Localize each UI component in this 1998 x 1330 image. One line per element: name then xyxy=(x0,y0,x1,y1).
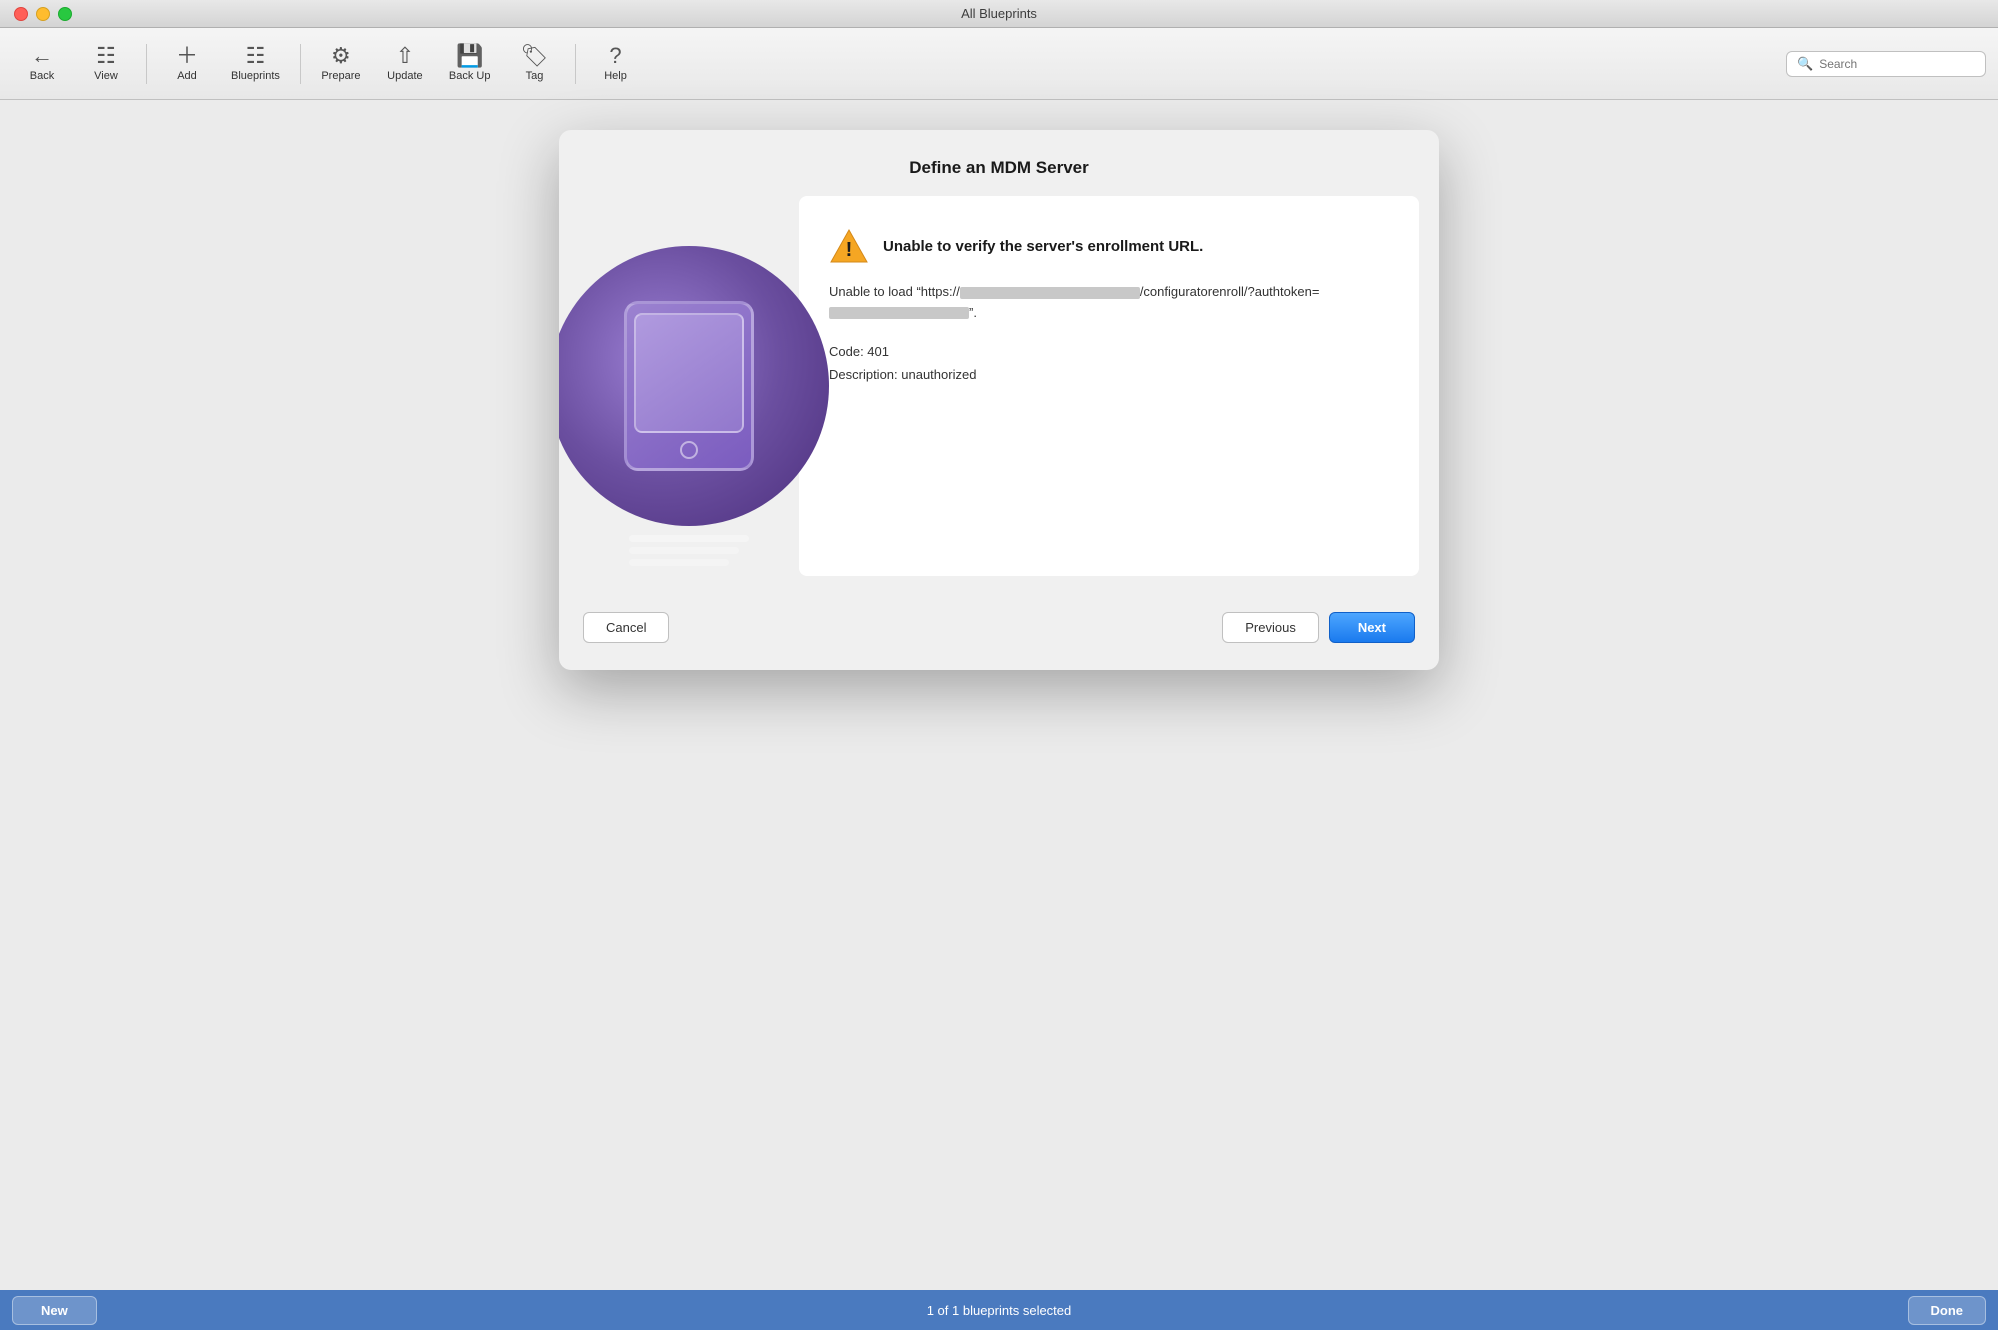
status-bar: New 1 of 1 blueprints selected Done xyxy=(0,1290,1998,1330)
message-middle: /configuratorenroll/?authtoken= xyxy=(1140,284,1320,299)
back-label: Back xyxy=(30,70,54,82)
dialog-title: Define an MDM Server xyxy=(559,130,1439,196)
view-icon: ☷ xyxy=(96,45,116,67)
blueprints-label: Blueprints xyxy=(231,70,280,82)
search-icon: 🔍 xyxy=(1797,56,1813,72)
center-area: Define an MDM Server xyxy=(0,100,1998,1290)
title-bar: All Blueprints xyxy=(0,0,1998,28)
tag-button[interactable]: 🏷 Tag xyxy=(505,41,565,86)
toolbar: ← Back ☷ View ＋ Add ☷ Blueprints ⚙ Prepa… xyxy=(0,28,1998,100)
add-button[interactable]: ＋ Add xyxy=(157,41,217,86)
separator-2 xyxy=(300,44,301,84)
prepare-label: Prepare xyxy=(321,70,360,82)
update-icon: ⇧ xyxy=(396,45,414,67)
cancel-button[interactable]: Cancel xyxy=(583,612,669,643)
message-end: ”. xyxy=(969,305,977,320)
update-label: Update xyxy=(387,70,422,82)
view-button[interactable]: ☷ View xyxy=(76,41,136,86)
previous-button[interactable]: Previous xyxy=(1222,612,1319,643)
close-button[interactable] xyxy=(14,7,28,21)
maximize-button[interactable] xyxy=(58,7,72,21)
blueprints-icon: ☷ xyxy=(246,45,266,67)
done-button[interactable]: Done xyxy=(1908,1296,1987,1325)
dialog-footer: Cancel Previous Next xyxy=(559,596,1439,667)
minimize-button[interactable] xyxy=(36,7,50,21)
stack-line-3 xyxy=(629,559,729,566)
new-button[interactable]: New xyxy=(12,1296,97,1325)
backup-button[interactable]: 💾 Back Up xyxy=(439,41,501,86)
tablet-screen xyxy=(634,313,744,433)
back-button[interactable]: ← Back xyxy=(12,41,72,86)
illustration-area xyxy=(579,196,799,576)
alert-header: ! Unable to verify the server's enrollme… xyxy=(829,226,1389,266)
content-panel: ! Unable to verify the server's enrollme… xyxy=(799,196,1419,576)
search-input[interactable] xyxy=(1819,57,1975,71)
device-tablet-illustration xyxy=(624,301,754,471)
traffic-lights xyxy=(14,7,72,21)
status-text: 1 of 1 blueprints selected xyxy=(927,1303,1072,1318)
add-icon: ＋ xyxy=(176,45,198,67)
window-title: All Blueprints xyxy=(961,6,1037,21)
alert-title: Unable to verify the server's enrollment… xyxy=(883,238,1203,255)
error-description: Description: unauthorized xyxy=(829,363,1389,386)
stack-line-1 xyxy=(629,535,749,542)
error-code: Code: 401 xyxy=(829,340,1389,363)
blueprints-button[interactable]: ☷ Blueprints xyxy=(221,41,290,86)
warning-icon: ! xyxy=(829,226,869,266)
svg-text:!: ! xyxy=(846,239,853,261)
redacted-url-2 xyxy=(829,307,969,319)
separator-1 xyxy=(146,44,147,84)
nav-buttons: Previous Next xyxy=(1222,612,1415,643)
tablet-home-button xyxy=(680,441,698,459)
dialog-body: ! Unable to verify the server's enrollme… xyxy=(559,196,1439,596)
prepare-icon: ⚙ xyxy=(331,45,351,67)
prepare-button[interactable]: ⚙ Prepare xyxy=(311,41,371,86)
next-button[interactable]: Next xyxy=(1329,612,1415,643)
help-label: Help xyxy=(604,70,627,82)
error-details: Code: 401 Description: unauthorized xyxy=(829,340,1389,387)
message-prefix: Unable to load “https:// xyxy=(829,284,960,299)
search-box[interactable]: 🔍 xyxy=(1786,51,1986,77)
tag-icon: 🏷 xyxy=(521,45,549,67)
redacted-url-1 xyxy=(960,287,1140,299)
add-label: Add xyxy=(177,70,197,82)
backup-label: Back Up xyxy=(449,70,491,82)
alert-message: Unable to load “https:// /configuratorenr… xyxy=(829,282,1389,324)
tag-label: Tag xyxy=(526,70,544,82)
view-label: View xyxy=(94,70,118,82)
stack-line-2 xyxy=(629,547,739,554)
mdm-dialog: Define an MDM Server xyxy=(559,130,1439,670)
tablet-stack-lines xyxy=(629,535,749,566)
help-icon: ? xyxy=(609,45,621,67)
main-content: Define an MDM Server xyxy=(0,100,1998,1290)
update-button[interactable]: ⇧ Update xyxy=(375,41,435,86)
back-icon: ← xyxy=(31,45,53,67)
help-button[interactable]: ? Help xyxy=(586,41,646,86)
backup-icon: 💾 xyxy=(456,45,483,67)
separator-3 xyxy=(575,44,576,84)
